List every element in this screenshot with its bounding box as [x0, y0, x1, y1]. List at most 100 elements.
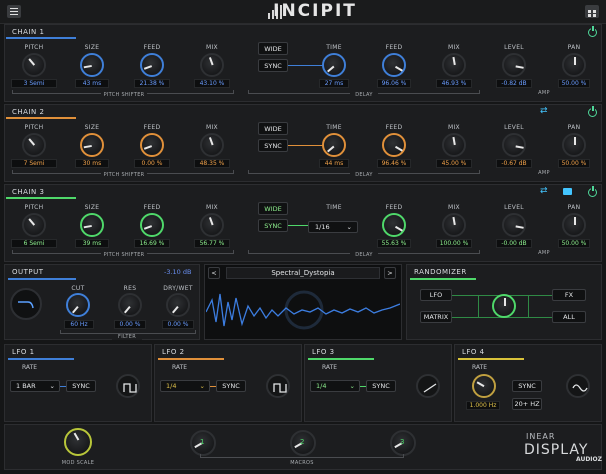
- chain-2-feed-knob[interactable]: [140, 133, 164, 157]
- random-all-button[interactable]: ALL: [552, 311, 586, 323]
- chain-2-sync-button[interactable]: SYNC: [258, 139, 288, 152]
- chain-2-delay-feed-knob[interactable]: [382, 133, 406, 157]
- lfo-4-shape-icon[interactable]: [566, 374, 590, 398]
- chain-1-time-knob[interactable]: [322, 53, 346, 77]
- chain-1-feed-value[interactable]: 21.38 %: [134, 79, 170, 88]
- chain-3-delay-feed-knob[interactable]: [382, 213, 406, 237]
- chain-3-size-knob[interactable]: [80, 213, 104, 237]
- chain-2-size-knob[interactable]: [80, 133, 104, 157]
- chain-3-pan-knob[interactable]: [562, 213, 586, 237]
- chain-2-pan-value[interactable]: 50.00 %: [558, 159, 590, 168]
- macro-1-knob[interactable]: 1: [190, 430, 216, 456]
- res-knob[interactable]: [118, 293, 142, 317]
- chain-3-sync-button[interactable]: SYNC: [258, 219, 288, 232]
- chain-3-folder-icon[interactable]: [563, 188, 572, 195]
- chain-1-pitch-knob[interactable]: [22, 53, 46, 77]
- chain-1-level-value[interactable]: -0.82 dB: [496, 79, 532, 88]
- lfo-3-rate-select[interactable]: 1/4 ⌄: [310, 380, 360, 392]
- randomize-knob[interactable]: [492, 294, 516, 318]
- chain-2-link-icon[interactable]: ⇄: [540, 106, 548, 116]
- connector-right: [528, 295, 529, 318]
- lfo-3-shape-icon[interactable]: [416, 374, 440, 398]
- macro-2-knob[interactable]: 2: [290, 430, 316, 456]
- chain-3-pan-value[interactable]: 50.00 %: [558, 239, 590, 248]
- chain-1-delay-feed-knob[interactable]: [382, 53, 406, 77]
- lfo-1-shape-icon[interactable]: [116, 374, 140, 398]
- chain-3-delay-feed-value[interactable]: 55.63 %: [377, 239, 411, 248]
- chain-2-time-knob[interactable]: [322, 133, 346, 157]
- chain-1-pan-value[interactable]: 50.00 %: [558, 79, 590, 88]
- lfo-4-rate-knob[interactable]: [472, 374, 496, 398]
- chain-3-power-icon[interactable]: [588, 186, 597, 197]
- lfo-4-sync-button[interactable]: SYNC: [512, 380, 542, 392]
- lfo-1-sync-button[interactable]: SYNC: [66, 380, 96, 392]
- filter-shape-button[interactable]: [10, 288, 42, 320]
- cut-knob[interactable]: [66, 293, 90, 317]
- chain-1-delay-mix-value[interactable]: 46.93 %: [436, 79, 472, 88]
- preset-name[interactable]: Spectral_Dystopia: [226, 267, 380, 279]
- chain-3-delay-mix-value[interactable]: 100.00 %: [436, 239, 472, 248]
- chain-1-level-knob[interactable]: [502, 53, 526, 77]
- chain-3-mix-value[interactable]: 56.77 %: [194, 239, 230, 248]
- chain-3-feed-knob[interactable]: [140, 213, 164, 237]
- random-lfo-button[interactable]: LFO: [420, 289, 452, 301]
- res-value[interactable]: 0.00 %: [114, 320, 146, 329]
- chain-2-level-value[interactable]: -0.67 dB: [496, 159, 532, 168]
- chain-3-level-knob[interactable]: [502, 213, 526, 237]
- mod-scale-knob[interactable]: [64, 428, 92, 456]
- chain-2-time-value[interactable]: 44 ms: [319, 159, 349, 168]
- grid-view-icon[interactable]: [585, 5, 599, 18]
- lfo-1-rate-select[interactable]: 1 BAR ⌄: [10, 380, 60, 392]
- chain-1-mix-knob[interactable]: [200, 53, 224, 77]
- macro-3-knob[interactable]: 3: [390, 430, 416, 456]
- chain-1-wide-button[interactable]: WIDE: [258, 42, 288, 55]
- drywet-value[interactable]: 0.00 %: [162, 320, 194, 329]
- lfo-2-rate-select[interactable]: 1/4 ⌄: [160, 380, 210, 392]
- chain-3-mix-knob[interactable]: [200, 213, 224, 237]
- lfo-2-shape-icon[interactable]: [266, 374, 290, 398]
- chain-3-link-icon[interactable]: ⇄: [540, 186, 548, 196]
- random-fx-button[interactable]: FX: [552, 289, 586, 301]
- chain-1-pitch-value[interactable]: 3 Semi: [11, 79, 57, 88]
- chain-2-size-value[interactable]: 30 ms: [75, 159, 109, 168]
- lfo-3-sync-button[interactable]: SYNC: [366, 380, 396, 392]
- chain-2-power-icon[interactable]: [588, 106, 597, 117]
- chain-2-pitch-knob[interactable]: [22, 133, 46, 157]
- chain-1-mix-value[interactable]: 43.10 %: [194, 79, 230, 88]
- chain-1-time-value[interactable]: 27 ms: [319, 79, 349, 88]
- chain-2-wide-button[interactable]: WIDE: [258, 122, 288, 135]
- lfo-2-sync-button[interactable]: SYNC: [216, 380, 246, 392]
- preset-next-button[interactable]: >: [384, 267, 396, 279]
- chain-3-delay-mix-knob[interactable]: [442, 213, 466, 237]
- drywet-knob[interactable]: [166, 293, 190, 317]
- chain-1-size-knob[interactable]: [80, 53, 104, 77]
- chain-3-pitch-value[interactable]: 6 Semi: [11, 239, 57, 248]
- chain-1-delay-mix-knob[interactable]: [442, 53, 466, 77]
- chain-2-delay-feed-value[interactable]: 96.46 %: [377, 159, 411, 168]
- chain-1-size-value[interactable]: 43 ms: [75, 79, 109, 88]
- chain-3-size-value[interactable]: 39 ms: [75, 239, 109, 248]
- chain-2-mix-value[interactable]: 48.35 %: [194, 159, 230, 168]
- chain-2-level-knob[interactable]: [502, 133, 526, 157]
- chain-2-feed-value[interactable]: 0.00 %: [134, 159, 170, 168]
- chain-3-wide-button[interactable]: WIDE: [258, 202, 288, 215]
- chain-1-feed-knob[interactable]: [140, 53, 164, 77]
- chain-1-power-icon[interactable]: [588, 26, 597, 37]
- lfo-4-hz-button[interactable]: 20+ HZ: [512, 398, 542, 410]
- random-matrix-button[interactable]: MATRIX: [420, 311, 452, 323]
- chain-2-pitch-value[interactable]: 7 Semi: [11, 159, 57, 168]
- chain-2-pan-knob[interactable]: [562, 133, 586, 157]
- chain-2-delay-mix-knob[interactable]: [442, 133, 466, 157]
- chain-1-pan-knob[interactable]: [562, 53, 586, 77]
- chain-2-mix-knob[interactable]: [200, 133, 224, 157]
- chain-3-time-select[interactable]: 1/16 ⌄: [308, 221, 358, 233]
- chain-3-pitch-knob[interactable]: [22, 213, 46, 237]
- preset-prev-button[interactable]: <: [208, 267, 220, 279]
- chain-3-level-value[interactable]: -0.00 dB: [496, 239, 532, 248]
- chain-1-delay-feed-value[interactable]: 96.06 %: [377, 79, 411, 88]
- cut-value[interactable]: 60 Hz: [64, 320, 94, 329]
- chain-3-feed-value[interactable]: 16.69 %: [134, 239, 170, 248]
- lfo-4-rate-value[interactable]: 1.000 Hz: [466, 401, 500, 410]
- chain-1-sync-button[interactable]: SYNC: [258, 59, 288, 72]
- chain-2-delay-mix-value[interactable]: 45.00 %: [436, 159, 472, 168]
